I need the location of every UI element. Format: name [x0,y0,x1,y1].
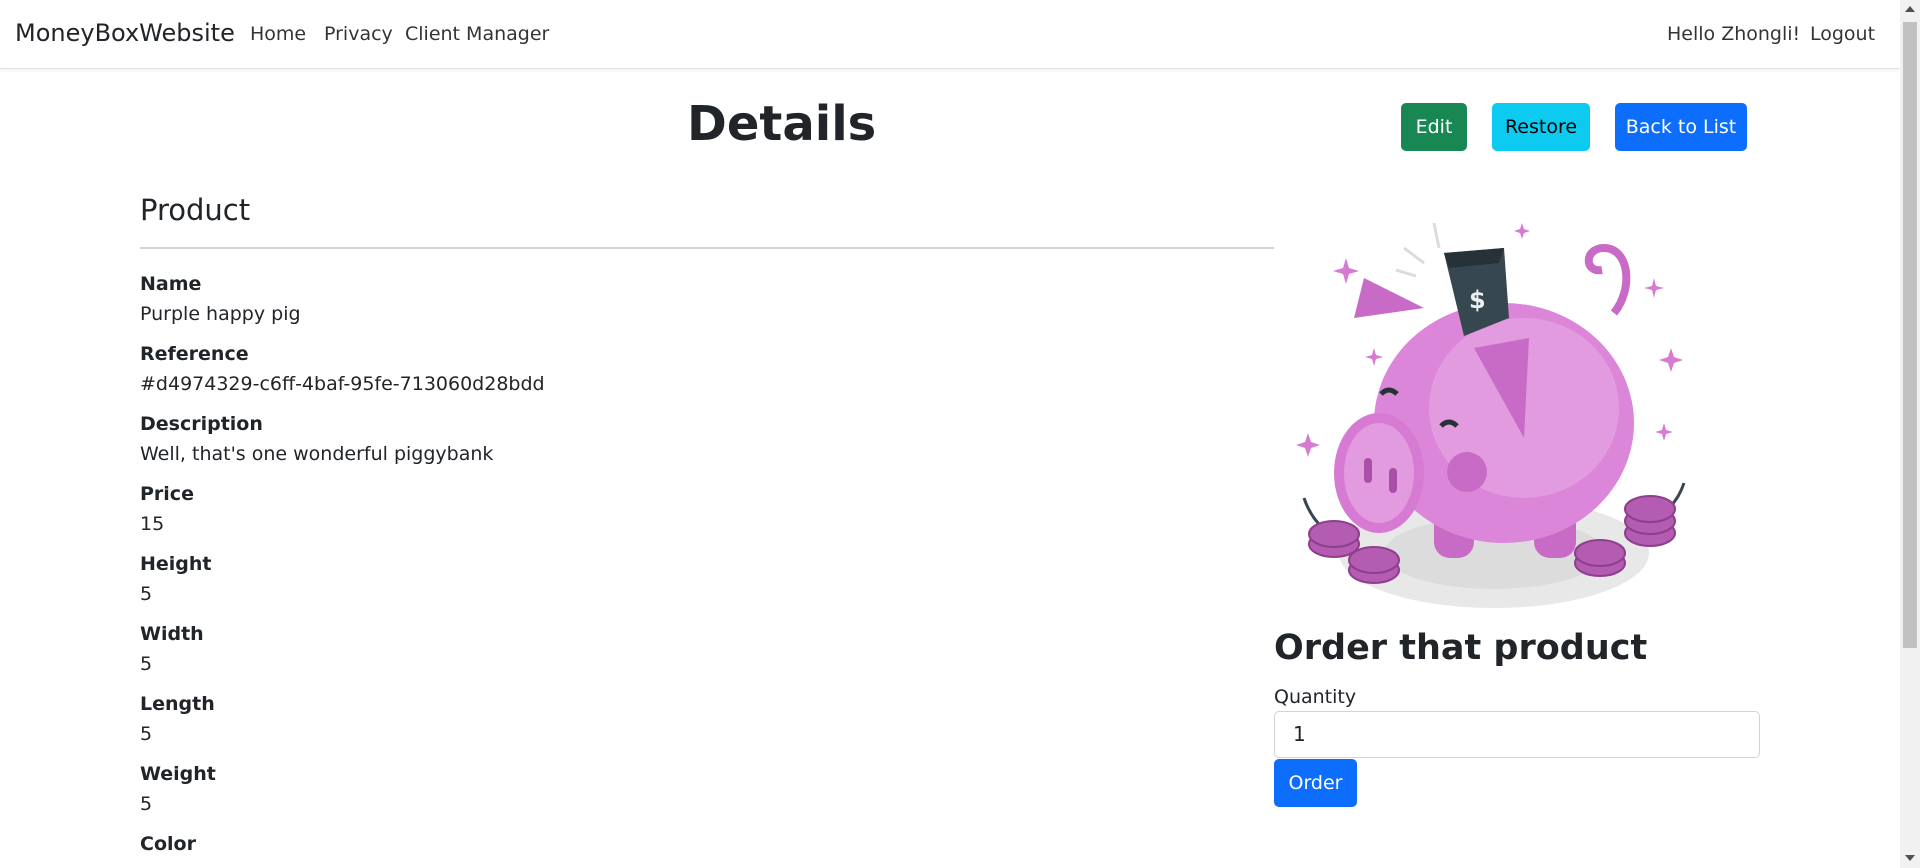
section-divider [140,247,1274,249]
field-value-description: Well, that's one wonderful piggybank [140,443,494,465]
field-value-weight: 5 [140,793,153,815]
field-label-height: Height [140,553,212,575]
field-value-width: 5 [140,653,153,675]
restore-button[interactable]: Restore [1492,103,1590,151]
back-to-list-button[interactable]: Back to List [1615,103,1747,151]
field-value-price: 15 [140,513,165,535]
scroll-thumb[interactable] [1903,22,1917,648]
field-label-price: Price [140,483,194,505]
piggy-bank-image: $ [1296,222,1686,608]
brand-link[interactable]: MoneyBoxWebsite [15,19,235,47]
quantity-label: Quantity [1274,686,1357,708]
order-button[interactable]: Order [1274,759,1357,807]
navbar: MoneyBoxWebsite Home Privacy Client Mana… [0,0,1900,69]
scroll-up-arrow-icon[interactable] [1905,6,1915,12]
product-section-title: Product [140,193,251,227]
nav-link-privacy[interactable]: Privacy [324,23,393,45]
field-value-height: 5 [140,583,153,605]
field-label-name: Name [140,273,202,295]
field-label-description: Description [140,413,263,435]
user-greeting[interactable]: Hello Zhongli! [1667,23,1800,45]
order-section-title: Order that product [1274,628,1648,668]
field-label-width: Width [140,623,204,645]
field-label-weight: Weight [140,763,216,785]
logout-link[interactable]: Logout [1810,23,1875,45]
nav-link-client-manager[interactable]: Client Manager [405,23,549,45]
nav-link-home[interactable]: Home [250,23,306,45]
quantity-input[interactable]: 1 [1274,711,1760,758]
edit-button[interactable]: Edit [1401,103,1467,151]
scroll-down-arrow-icon[interactable] [1905,855,1915,861]
field-value-reference: #d4974329-c6ff-4baf-95fe-713060d28bdd [140,373,545,395]
field-label-reference: Reference [140,343,249,365]
vertical-scrollbar[interactable] [1900,0,1920,868]
page-title: Details [687,96,877,152]
field-value-length: 5 [140,723,153,745]
svg-text:$: $ [1469,286,1486,314]
field-label-length: Length [140,693,215,715]
field-label-color: Color [140,833,196,855]
field-value-name: Purple happy pig [140,303,301,325]
